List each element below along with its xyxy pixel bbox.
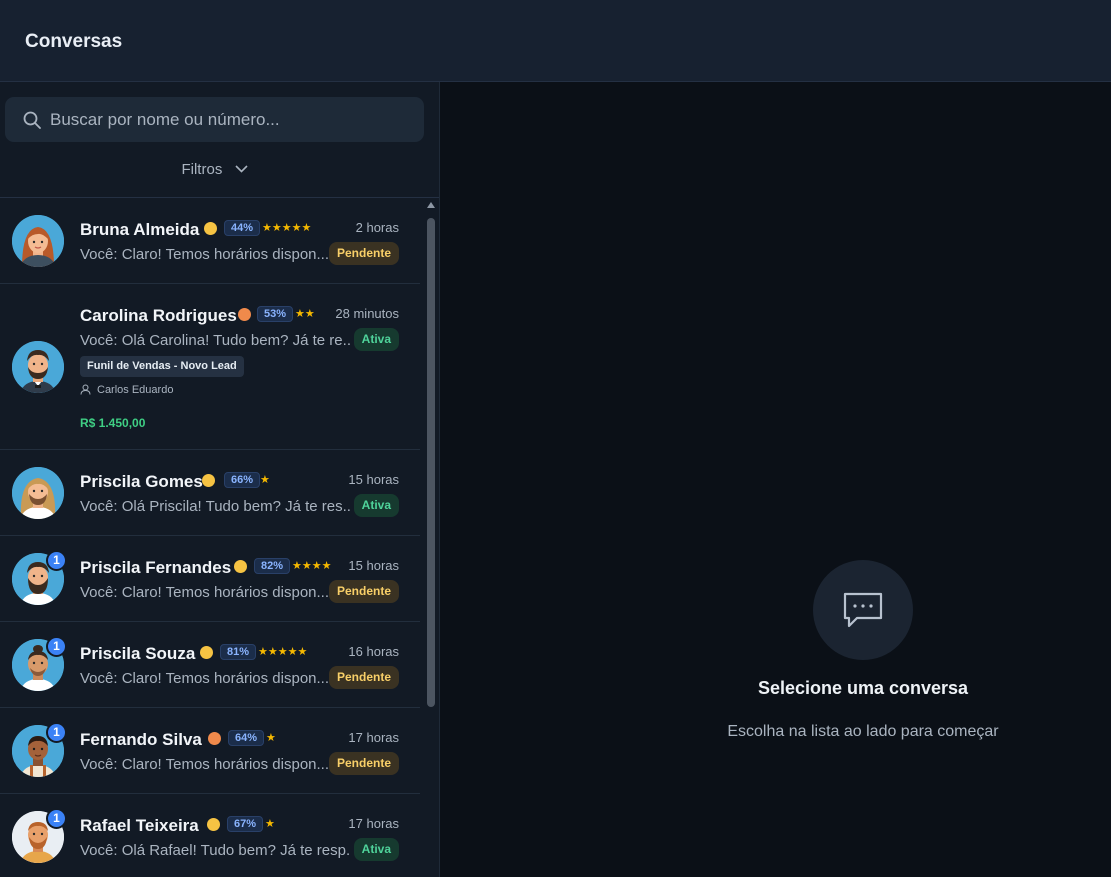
list-scrollbar[interactable] [424, 198, 438, 877]
rating-stars: ★★ [295, 308, 315, 320]
funnel-tag: Funil de Vendas - Novo Lead [80, 356, 244, 377]
angry-face-icon [208, 732, 221, 745]
scroll-up-arrow-icon[interactable] [427, 202, 435, 208]
empty-state-panel: Selecione uma conversa Escolha na lista … [440, 82, 1111, 877]
contact-name: Bruna Almeida [80, 220, 200, 239]
smiling-face-icon [200, 646, 213, 659]
agent-name: Carlos Eduardo [97, 384, 174, 396]
chat-bubble-icon [843, 592, 883, 628]
score-badge: 67% [227, 816, 264, 832]
search-icon [23, 111, 41, 129]
timestamp: 2 horas [355, 220, 399, 235]
conversation-item[interactable]: Bruna Almeida 44% ★★★★★ 2 horas Você: Cl… [0, 198, 420, 284]
status-badge: Ativa [353, 838, 399, 861]
message-preview: Você: Claro! Temos horários dispon... [80, 670, 328, 687]
worried-face-icon [207, 818, 220, 831]
status-badge: Pendente [328, 242, 399, 265]
rating-stars: ★ [266, 732, 276, 744]
rating-stars: ★ [265, 818, 275, 830]
contact-name: Priscila Fernandes [80, 558, 232, 577]
message-preview: Você: Olá Priscila! Tudo bem? Já te res.… [80, 498, 350, 515]
unread-count-badge: 1 [46, 722, 67, 743]
assigned-agent: Carlos Eduardo [80, 384, 173, 396]
contact-name: Carolina Rodrigues [80, 306, 237, 325]
app-root: Conversas Filtros [0, 0, 1111, 877]
top-bar: Conversas [0, 0, 1111, 82]
timestamp: 28 minutos [335, 306, 399, 321]
status-badge: Pendente [328, 580, 399, 603]
conversation-item[interactable]: 1 Priscila Fernandes 82% ★★★★ 15 horas V… [0, 536, 420, 622]
contact-name: Rafael Teixeira [80, 816, 199, 835]
contact-name: Fernando Silva [80, 730, 202, 749]
thinking-face-icon [202, 474, 215, 487]
timestamp: 17 horas [348, 730, 399, 745]
conversation-sidebar: Filtros [0, 82, 440, 877]
empty-state-title: Selecione uma conversa [757, 678, 969, 698]
avatar [12, 215, 64, 267]
contact-name: Priscila Souza [80, 644, 196, 663]
conversation-item[interactable]: 1 Priscila Souza 81% ★★★★★ 16 horas Você… [0, 622, 420, 708]
status-badge: Pendente [328, 666, 399, 689]
message-preview: Você: Claro! Temos horários dispon... [80, 246, 328, 263]
score-badge: 81% [220, 644, 257, 660]
grinning-face-icon [234, 560, 247, 573]
unread-count-badge: 1 [46, 808, 67, 829]
timestamp: 15 horas [348, 472, 399, 487]
search-box[interactable] [5, 97, 424, 142]
score-badge: 44% [224, 220, 261, 236]
rating-stars: ★★★★★ [262, 222, 312, 234]
status-badge: Pendente [328, 752, 399, 775]
avatar [12, 341, 64, 393]
timestamp: 16 horas [348, 644, 399, 659]
message-preview: Você: Olá Carolina! Tudo bem? Já te re..… [80, 332, 350, 349]
conversation-item[interactable]: 1 Fernando Silva 64% ★ 17 horas Você: Cl… [0, 708, 420, 794]
timestamp: 17 horas [348, 816, 399, 831]
unread-count-badge: 1 [46, 550, 67, 571]
rating-stars: ★★★★★ [258, 646, 308, 658]
rating-stars: ★ [260, 474, 270, 486]
filters-label: Filtros [181, 160, 223, 178]
message-preview: Você: Olá Rafael! Tudo bem? Já te resp..… [80, 842, 350, 859]
conversation-list: Bruna Almeida 44% ★★★★★ 2 horas Você: Cl… [0, 198, 420, 877]
conversation-item[interactable]: 1 Rafael Teixeira 67% ★ 17 horas Você: O… [0, 794, 420, 877]
score-badge: 82% [254, 558, 291, 574]
score-badge: 53% [257, 306, 294, 322]
contact-name: Priscila Gomes [80, 472, 203, 491]
unread-count-badge: 1 [46, 636, 67, 657]
empty-state-subtitle: Escolha na lista ao lado para começar [727, 723, 999, 740]
message-preview: Você: Claro! Temos horários dispon... [80, 584, 328, 601]
empty-state-icon-circle [813, 560, 913, 660]
status-badge: Ativa [353, 328, 399, 351]
score-badge: 66% [224, 472, 261, 488]
deal-value: R$ 1.450,00 [80, 416, 146, 430]
avatar [12, 467, 64, 519]
rating-stars: ★★★★ [292, 560, 332, 572]
score-badge: 64% [228, 730, 265, 746]
angry-face-icon [238, 308, 251, 321]
page-title: Conversas [25, 31, 123, 52]
conversation-item[interactable]: Carolina Rodrigues 53% ★★ 28 minutos Voc… [0, 284, 420, 450]
timestamp: 15 horas [348, 558, 399, 573]
status-badge: Ativa [353, 494, 399, 517]
chevron-down-icon [234, 165, 248, 173]
message-preview: Você: Claro! Temos horários dispon... [80, 756, 328, 773]
smiling-face-icon [204, 222, 217, 235]
user-icon [80, 384, 91, 395]
search-input[interactable] [50, 97, 410, 142]
scroll-thumb[interactable] [427, 218, 435, 707]
filters-toggle[interactable]: Filtros [0, 160, 429, 182]
conversation-item[interactable]: Priscila Gomes 66% ★ 15 horas Você: Olá … [0, 450, 420, 536]
